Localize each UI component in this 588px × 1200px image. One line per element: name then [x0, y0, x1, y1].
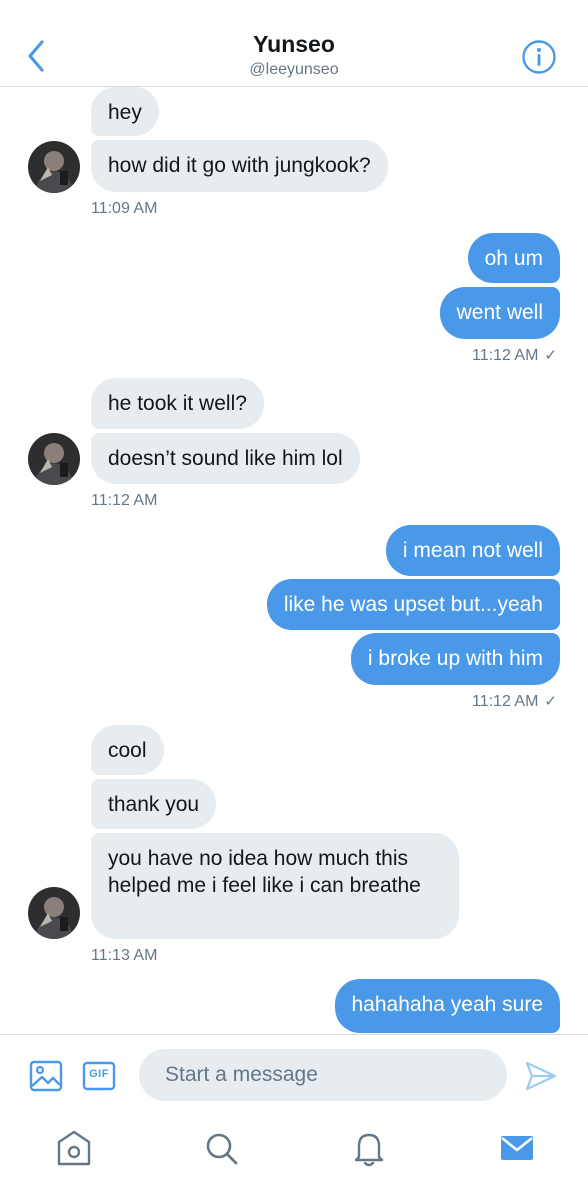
avatar-image: [28, 433, 80, 485]
message-incoming[interactable]: doesn’t sound like him lol: [91, 433, 360, 484]
message-input[interactable]: [139, 1049, 507, 1101]
message-outgoing[interactable]: went well: [439, 287, 560, 339]
read-check-icon: ✓: [544, 347, 557, 364]
info-icon[interactable]: [521, 39, 557, 75]
message-outgoing[interactable]: oh um: [467, 233, 560, 283]
message-outgoing[interactable]: i broke up with him: [350, 633, 560, 685]
message-timestamp: 11:12 AM ✓: [472, 346, 557, 365]
avatar-image: [28, 887, 80, 939]
message-outgoing[interactable]: hahahaha yeah sure: [334, 979, 560, 1033]
conversation-handle: @leeyunseo: [249, 61, 339, 78]
avatar[interactable]: [28, 887, 80, 939]
message-timestamp: 11:13 AM: [91, 947, 158, 964]
message-outgoing[interactable]: like he was upset but...yeah: [266, 579, 560, 630]
image-icon[interactable]: [29, 1059, 63, 1093]
message-timestamp: 11:12 AM: [91, 492, 158, 509]
avatar[interactable]: [28, 141, 80, 193]
avatar[interactable]: [28, 433, 80, 485]
avatar-image: [28, 141, 80, 193]
message-outgoing[interactable]: i mean not well: [385, 525, 560, 576]
message-incoming[interactable]: thank you: [91, 779, 217, 829]
bell-icon[interactable]: [347, 1126, 391, 1170]
home-icon[interactable]: [52, 1126, 96, 1170]
send-icon[interactable]: [524, 1059, 558, 1093]
message-incoming[interactable]: how did it go with jungkook?: [91, 140, 388, 192]
mail-icon[interactable]: [495, 1126, 539, 1170]
timestamp-text: 11:12 AM: [472, 693, 539, 710]
gif-label: GIF: [89, 1068, 109, 1080]
conversation-title: Yunseo: [253, 31, 335, 57]
bottom-tab-bar: [0, 1114, 588, 1200]
message-timestamp: 11:12 AM ✓: [472, 692, 557, 711]
message-timestamp: 11:09 AM: [91, 200, 158, 217]
search-icon[interactable]: [199, 1126, 243, 1170]
message-incoming[interactable]: hey: [91, 87, 159, 136]
timestamp-text: 11:12 AM: [472, 347, 539, 364]
conversation-header: Yunseo @leeyunseo: [0, 0, 588, 87]
message-composer: GIF: [0, 1034, 588, 1115]
message-incoming[interactable]: you have no idea how much this helped me…: [91, 833, 459, 939]
message-incoming[interactable]: cool: [91, 725, 164, 775]
gif-icon[interactable]: GIF: [82, 1059, 116, 1093]
message-list[interactable]: hey how did it go with jungkook? 11:09 A…: [0, 87, 588, 1033]
message-incoming[interactable]: he took it well?: [91, 378, 264, 429]
read-check-icon: ✓: [544, 693, 557, 710]
